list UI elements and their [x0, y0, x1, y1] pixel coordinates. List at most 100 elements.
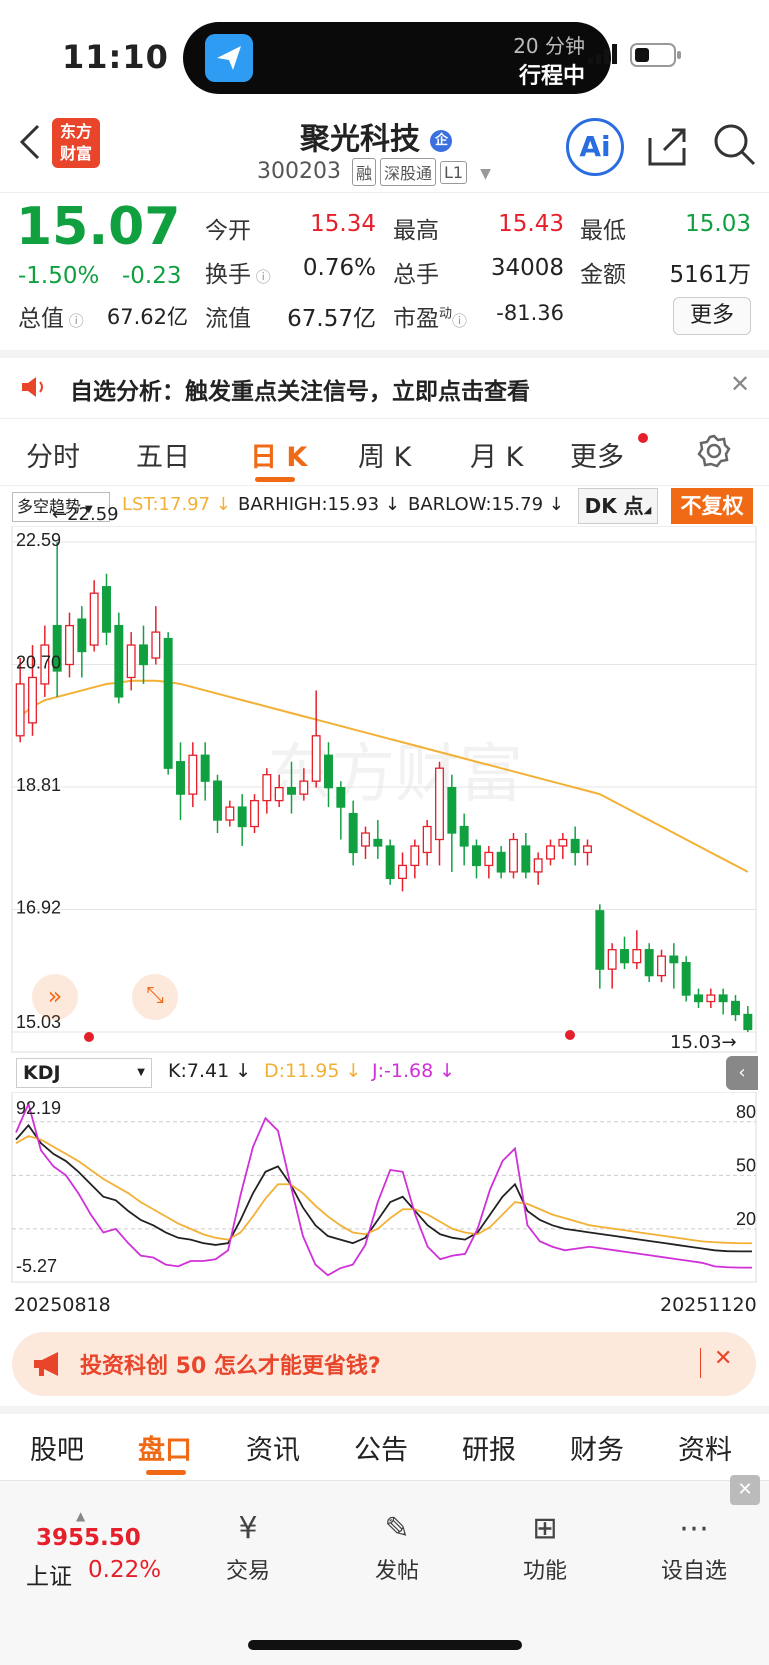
turnover-label: 换手 ⓘ	[205, 255, 271, 289]
kdj-chart[interactable]: 80 50 20 92.19 -5.27	[0, 1092, 769, 1288]
change-percent: -1.50%	[18, 263, 100, 289]
kdj-name: KDJ	[23, 1062, 61, 1084]
candle-body	[102, 586, 111, 633]
candle-body	[15, 683, 25, 737]
float-value: 67.57亿	[287, 306, 376, 332]
tab-news[interactable]: 资讯	[246, 1428, 300, 1467]
close-icon[interactable]: ✕	[730, 370, 750, 398]
price-tick-label: 22.59	[16, 530, 61, 550]
index-name: 上证	[26, 1564, 72, 1590]
candle-body	[694, 994, 703, 1003]
index-value[interactable]: 3955.50	[36, 1525, 141, 1551]
tab-finance[interactable]: 财务	[570, 1428, 624, 1467]
info-icon[interactable]: ⓘ	[452, 312, 467, 330]
expand-icon[interactable]: ⤡	[132, 974, 178, 1020]
tab-monthly-k[interactable]: 月 K	[470, 435, 523, 474]
candle-body	[509, 838, 518, 873]
tag-connect: 深股通	[380, 158, 437, 186]
home-indicator	[248, 1640, 522, 1650]
candle-body	[151, 631, 161, 659]
price-ticks: 22.5920.7018.8116.9215.03	[16, 530, 61, 1032]
candle-body	[311, 735, 321, 782]
mktcap-value: 67.62亿	[106, 305, 188, 329]
candle-body	[28, 676, 37, 724]
kdj-select[interactable]: KDJ ▼	[16, 1058, 152, 1088]
tab-profile[interactable]: 资料	[678, 1428, 732, 1467]
dropdown-icon[interactable]: ▼	[480, 166, 491, 182]
collapse-icon[interactable]: ‹	[726, 1056, 758, 1090]
island-title: 行程中	[518, 64, 585, 89]
info-icon[interactable]: ⓘ	[64, 312, 84, 330]
no-adjust-button[interactable]: 不复权	[671, 488, 753, 524]
candlestick-chart[interactable]: 东方财富 22.59 20.70 18.81 16.92 15.03	[0, 526, 769, 1056]
clock: 11:10	[62, 38, 169, 76]
candle-body	[669, 955, 679, 964]
price-gridlines	[12, 541, 756, 1033]
settings-icon[interactable]	[696, 433, 732, 473]
app-logo[interactable]: 东方 财富	[52, 118, 100, 168]
stock-code: 300203	[257, 159, 341, 184]
tab-weekly-k[interactable]: 周 K	[358, 435, 411, 474]
info-icon[interactable]: ⓘ	[251, 268, 271, 286]
candle-body	[163, 637, 173, 769]
caret-up-icon[interactable]: ▲	[76, 1509, 85, 1523]
min-price-label: 15.03→	[670, 1032, 737, 1053]
search-icon[interactable]	[712, 122, 758, 172]
back-icon[interactable]	[14, 122, 44, 166]
candle-body	[336, 786, 346, 808]
pe-label: 市盈动ⓘ	[393, 299, 467, 333]
more-button[interactable]: 更多	[673, 297, 751, 335]
share-icon[interactable]	[646, 124, 690, 172]
candle-body	[237, 806, 247, 828]
tab-announcements[interactable]: 公告	[354, 1428, 408, 1467]
k-text: K:7.41	[168, 1060, 230, 1082]
tab-daily-k[interactable]: 日 K	[250, 435, 307, 474]
kdj-line-j	[15, 1101, 752, 1277]
post-button[interactable]: ✎ 发帖	[357, 1511, 437, 1585]
high-label: 最高	[393, 218, 439, 244]
tab-forum[interactable]: 股吧	[30, 1428, 84, 1467]
red-dot-badge	[638, 433, 648, 443]
function-button[interactable]: ⊞ 功能	[505, 1511, 585, 1585]
candle-body	[484, 851, 494, 867]
add-watchlist-button[interactable]: ⋯ 设自选	[654, 1511, 734, 1585]
notice-bar[interactable]: 自选分析：触发重点关注信号，立即点击查看 ✕	[0, 350, 769, 418]
logo-text-1: 东方	[59, 122, 92, 141]
trade-label: 交易	[225, 1559, 270, 1584]
candle-body	[385, 845, 395, 880]
candle-body	[583, 845, 592, 854]
candle-body	[546, 845, 555, 860]
detail-tabs: 股吧 盘口 资讯 公告 研报 财务 资料	[0, 1406, 769, 1475]
tag-level: L1	[440, 160, 468, 184]
fast-forward-icon[interactable]: »	[32, 974, 78, 1020]
amount-value: 5161万	[669, 262, 751, 288]
dk-point-button[interactable]: DK 点◢	[578, 488, 658, 524]
kdj-lines	[15, 1101, 752, 1277]
yen-icon: ¥	[238, 1511, 258, 1546]
dynamic-island[interactable]: 20 分钟 行程中	[183, 22, 611, 94]
open-value: 15.34	[310, 211, 376, 237]
ad-banner[interactable]: 投资科创 50 怎么才能更省钱? ✕	[12, 1332, 756, 1396]
tab-intraday[interactable]: 分时	[26, 435, 80, 474]
lst-text: LST:17.97	[122, 494, 211, 515]
tab-five-day[interactable]: 五日	[136, 435, 190, 474]
low-label: 最低	[580, 218, 626, 244]
close-icon[interactable]: ✕	[714, 1346, 732, 1371]
amount-label: 金额	[580, 262, 626, 288]
speaker-icon	[20, 374, 48, 404]
ai-button[interactable]: Ai	[566, 118, 624, 176]
tab-more[interactable]: 更多	[570, 435, 624, 474]
signal-dot	[565, 1030, 575, 1040]
trade-button[interactable]: ¥ 交易	[208, 1511, 288, 1585]
mktcap-label-text: 总值	[18, 306, 64, 332]
chart-area: 多空趋势 ▼ LST:17.97 ↓ BARHIGH:15.93 ↓ BARLOW…	[0, 486, 769, 1326]
tab-research[interactable]: 研报	[462, 1428, 516, 1467]
candle-body	[632, 949, 642, 964]
candle-body	[324, 754, 333, 789]
navigation-app-icon	[205, 34, 253, 82]
candle-body	[607, 949, 617, 970]
notice-text: 自选分析：触发重点关注信号，立即点击查看	[70, 379, 530, 405]
close-icon[interactable]: ✕	[730, 1475, 760, 1505]
tab-orderbook[interactable]: 盘口	[138, 1428, 192, 1467]
candle-body	[176, 761, 185, 795]
